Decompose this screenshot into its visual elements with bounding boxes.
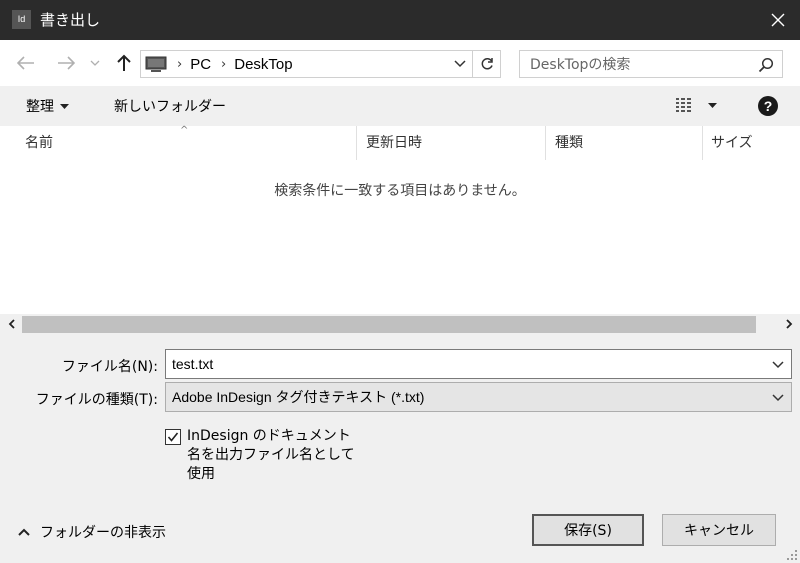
empty-list-message: 検索条件に一致する項目はありません。 [274,183,526,199]
filename-value: test.txt [172,356,214,372]
column-header-type[interactable]: 種類 [555,126,583,160]
title-bar: Id 書き出し [0,0,800,40]
view-options-button[interactable] [676,98,717,112]
help-icon: ? [758,96,778,116]
chevron-down-icon [90,60,100,66]
help-button[interactable]: ? [758,96,778,120]
use-document-name-label: InDesign のドキュメント 名を出力ファイル名として 使用 [187,427,367,484]
save-button[interactable]: 保存(S) [532,514,644,546]
checkbox-label-line: 使用 [187,466,215,482]
filetype-select[interactable]: Adobe InDesign タグ付きテキスト (*.txt) [165,382,792,412]
use-document-name-checkbox[interactable] [165,429,181,445]
horizontal-scrollbar[interactable] [0,314,800,334]
close-button[interactable] [756,0,800,40]
organize-menu-button[interactable]: 整理 [26,96,69,116]
search-icon [758,57,774,73]
hide-folders-label: フォルダーの非表示 [40,525,166,541]
command-bar: 整理 新しいフォルダー [0,86,800,126]
arrow-left-icon [17,56,34,70]
address-bar: › PC › DeskTop DeskTopの検索 [0,40,800,86]
checkmark-icon [167,432,179,442]
organize-label: 整理 [26,99,54,115]
chevron-right-icon [785,319,792,329]
checkbox-label-line: InDesign のドキュメント [187,428,351,444]
search-placeholder: DeskTopの検索 [530,57,631,73]
breadcrumb[interactable]: › PC › DeskTop [140,50,473,78]
details-view-icon [676,98,691,112]
cancel-button[interactable]: キャンセル [662,514,776,546]
resize-grip-icon[interactable] [787,550,797,560]
chevron-left-icon [8,319,15,329]
pc-icon [145,56,167,72]
svg-text:?: ? [764,98,773,114]
breadcrumb-desktop[interactable]: DeskTop [234,56,292,73]
column-header-name[interactable]: 名前 [25,126,53,160]
column-divider[interactable] [545,126,546,160]
indesign-app-icon: Id [12,10,31,29]
column-divider[interactable] [356,126,357,160]
up-button[interactable] [112,50,136,76]
new-folder-button[interactable]: 新しいフォルダー [114,96,226,116]
breadcrumb-pc[interactable]: PC [190,56,211,73]
recent-locations-button[interactable] [88,50,102,76]
search-input[interactable]: DeskTopの検索 [519,50,783,78]
hide-folders-button[interactable]: フォルダーの非表示 [18,522,166,542]
caret-down-icon [60,103,69,109]
chevron-down-icon[interactable] [771,357,785,371]
filetype-value: Adobe InDesign タグ付きテキスト (*.txt) [172,389,425,405]
scroll-left-button[interactable] [0,314,22,334]
file-list[interactable]: ^ 名前 更新日時 種類 サイズ 検索条件に一致する項目はありません。 [0,125,800,314]
scrollbar-thumb[interactable] [22,316,756,333]
chevron-right-icon: › [177,56,183,72]
checkbox-label-line: 名を出力ファイル名として [187,447,355,463]
chevron-right-icon: › [221,56,227,72]
column-header-date-modified[interactable]: 更新日時 [366,126,422,160]
filetype-label: ファイルの種類(T): [35,392,158,408]
chevron-up-icon [18,528,30,536]
chevron-down-icon [454,60,466,68]
caret-down-icon [708,102,717,108]
save-options-panel: ファイル名(N): test.txt ファイルの種類(T): Adobe InD… [0,334,800,563]
refresh-button[interactable] [473,50,501,78]
scroll-right-button[interactable] [778,314,800,334]
column-header-size[interactable]: サイズ [711,126,753,160]
filename-label: ファイル名(N): [61,359,158,375]
sort-ascending-icon: ^ [180,125,189,136]
address-dropdown-button[interactable] [452,56,468,72]
forward-button[interactable] [52,50,80,76]
back-button[interactable] [12,50,40,76]
chevron-down-icon [772,394,784,402]
refresh-icon [481,58,493,70]
filename-field[interactable]: test.txt [165,349,792,379]
column-divider[interactable] [702,126,703,160]
close-icon [771,13,785,27]
arrow-up-icon [117,54,131,71]
arrow-right-icon [58,56,75,70]
window-title: 書き出し [40,11,101,29]
